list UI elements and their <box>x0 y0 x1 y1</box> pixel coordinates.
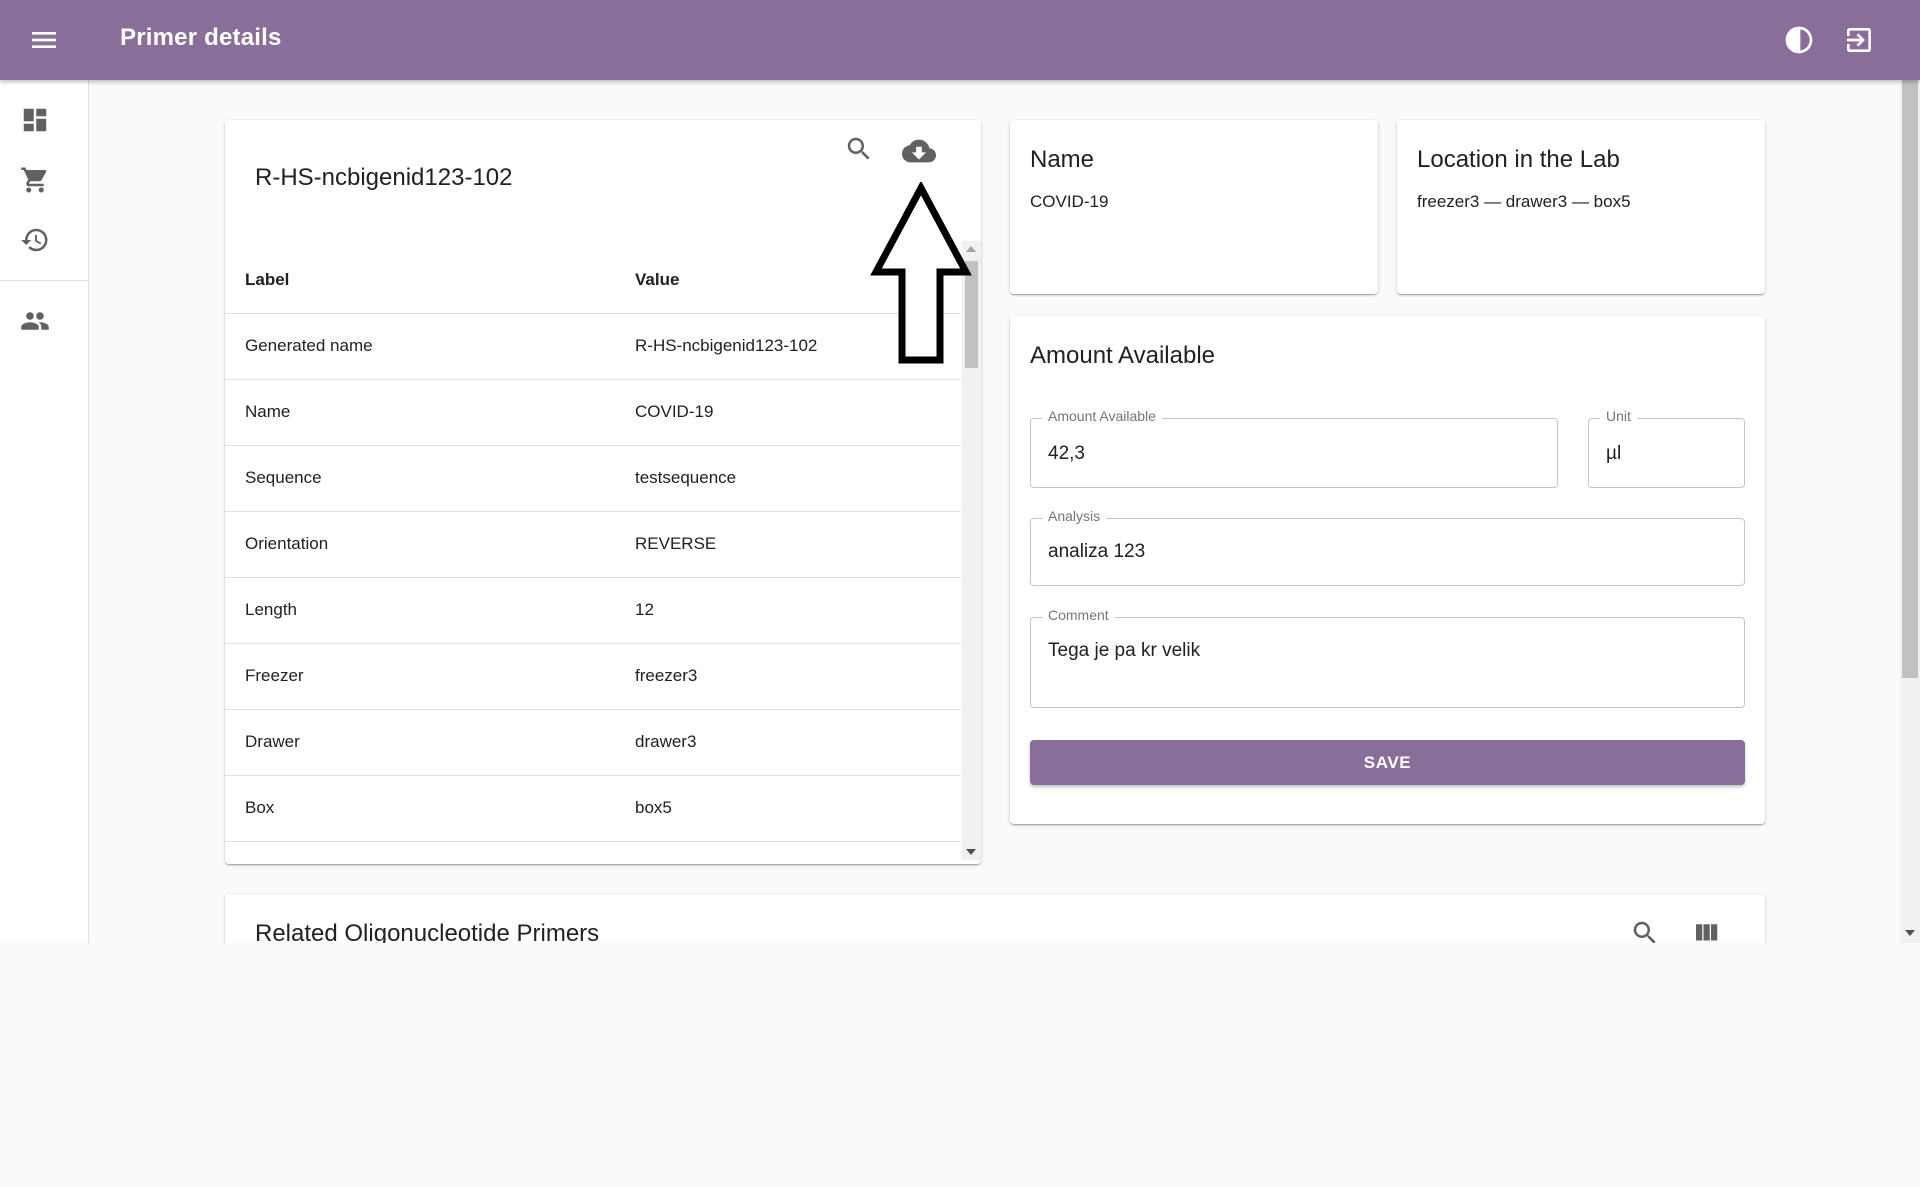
row-value: 12 <box>635 600 654 619</box>
details-table: Label Value Generated name R-HS-ncbigeni… <box>225 248 961 856</box>
page-scrollbar[interactable] <box>1900 80 1920 943</box>
column-header-value: Value <box>635 270 680 289</box>
row-value: freezer3 <box>635 666 698 685</box>
page-scroll-down-arrow[interactable] <box>1905 930 1915 936</box>
app-viewport: Primer details R-HS-ncbigenid123-102 Lab… <box>0 0 1920 943</box>
unit-field-value: µl <box>1606 443 1622 464</box>
table-header-row: Label Value <box>225 248 961 314</box>
save-button[interactable]: SAVE <box>1030 740 1745 785</box>
table-row: Name COVID-19 <box>225 380 961 446</box>
table-row: Generated name R-HS-ncbigenid123-102 <box>225 314 961 380</box>
scroll-up-arrow[interactable] <box>966 246 976 252</box>
row-label: Orientation <box>245 534 329 553</box>
related-heading: Related Oligonucleotide Primers <box>255 920 600 943</box>
location-heading: Location in the Lab <box>1417 146 1620 173</box>
table-row: Freezer freezer3 <box>225 644 961 710</box>
table-row: Sequence testsequence <box>225 446 961 512</box>
logout-icon[interactable] <box>1843 24 1875 56</box>
comment-field[interactable]: Comment Tega je pa kr velik <box>1030 607 1745 708</box>
table-row: Box box5 <box>225 776 961 842</box>
row-value: R-HS-ncbigenid123-102 <box>635 336 818 355</box>
row-value: box5 <box>635 798 672 817</box>
contrast-icon[interactable] <box>1783 24 1815 56</box>
row-label: Freezer <box>245 666 304 685</box>
amount-field[interactable]: Amount Available 42,3 <box>1030 408 1558 488</box>
amount-field-value: 42,3 <box>1048 443 1085 464</box>
column-header-label: Label <box>245 270 290 289</box>
app-bar: Primer details <box>0 0 1920 80</box>
row-value: COVID-19 <box>635 402 714 421</box>
page-scrollbar-thumb[interactable] <box>1902 80 1918 678</box>
dashboard-icon[interactable] <box>20 105 50 135</box>
menu-icon[interactable] <box>28 24 60 56</box>
comment-field-label: Comment <box>1042 607 1115 623</box>
table-row: Drawer drawer3 <box>225 710 961 776</box>
primer-title: R-HS-ncbigenid123-102 <box>255 164 513 191</box>
cart-icon[interactable] <box>20 165 50 195</box>
name-heading: Name <box>1030 146 1095 173</box>
related-primers-card: Related Oligonucleotide Primers <box>225 894 1765 943</box>
cloud-download-icon[interactable] <box>902 134 936 166</box>
location-value: freezer3 — drawer3 — box5 <box>1417 192 1631 211</box>
name-card: Name COVID-19 <box>1010 120 1378 294</box>
scroll-down-arrow[interactable] <box>966 849 976 855</box>
name-value: COVID-19 <box>1030 192 1109 211</box>
row-value: testsequence <box>635 468 737 487</box>
sidebar <box>0 80 89 943</box>
people-icon[interactable] <box>20 306 50 336</box>
row-label: Name <box>245 402 291 421</box>
scrollbar-thumb[interactable] <box>965 261 978 368</box>
amount-card: Amount Available Amount Available 42,3 U… <box>1010 316 1765 824</box>
analysis-field[interactable]: Analysis analiza 123 <box>1030 508 1745 586</box>
sidebar-divider <box>0 280 88 281</box>
amount-heading: Amount Available <box>1030 342 1216 369</box>
unit-field[interactable]: Unit µl <box>1588 408 1745 488</box>
row-label: Length <box>245 600 297 619</box>
row-value: drawer3 <box>635 732 697 751</box>
table-row: Length 12 <box>225 578 961 644</box>
row-label: Drawer <box>245 732 300 751</box>
primer-detail-card: R-HS-ncbigenid123-102 Label Value Genera… <box>225 120 981 864</box>
comment-field-value: Tega je pa kr velik <box>1048 640 1201 661</box>
amount-field-label: Amount Available <box>1042 408 1162 424</box>
page-title: Primer details <box>120 24 282 51</box>
analysis-field-label: Analysis <box>1042 508 1107 524</box>
unit-field-label: Unit <box>1600 408 1637 424</box>
analysis-field-value: analiza 123 <box>1048 541 1146 562</box>
view-columns-icon[interactable] <box>1691 918 1723 943</box>
table-row: Orientation REVERSE <box>225 512 961 578</box>
search-icon[interactable] <box>844 134 876 166</box>
location-card: Location in the Lab freezer3 — drawer3 —… <box>1397 120 1765 294</box>
row-value: REVERSE <box>635 534 717 553</box>
row-label: Generated name <box>245 336 373 355</box>
row-label: Box <box>245 798 275 817</box>
row-label: Sequence <box>245 468 322 487</box>
history-icon[interactable] <box>20 225 50 255</box>
search-icon[interactable] <box>1630 918 1662 943</box>
table-scrollbar[interactable] <box>962 241 981 860</box>
